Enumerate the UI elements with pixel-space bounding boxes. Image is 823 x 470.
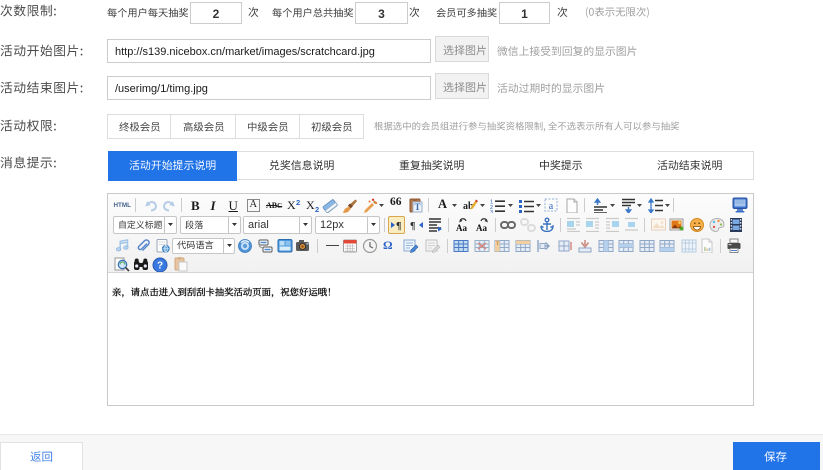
svg-text:T: T [496,242,499,247]
svg-text:¶: ¶ [396,221,401,232]
svg-text:¶: ¶ [410,221,415,232]
svg-text:T: T [414,202,420,212]
svg-text:Aa: Aa [476,223,487,232]
svg-text:?: ? [157,260,163,271]
svg-text:3: 3 [490,210,493,213]
svg-text:a: a [549,201,554,212]
svg-text:Aa: Aa [456,223,467,232]
